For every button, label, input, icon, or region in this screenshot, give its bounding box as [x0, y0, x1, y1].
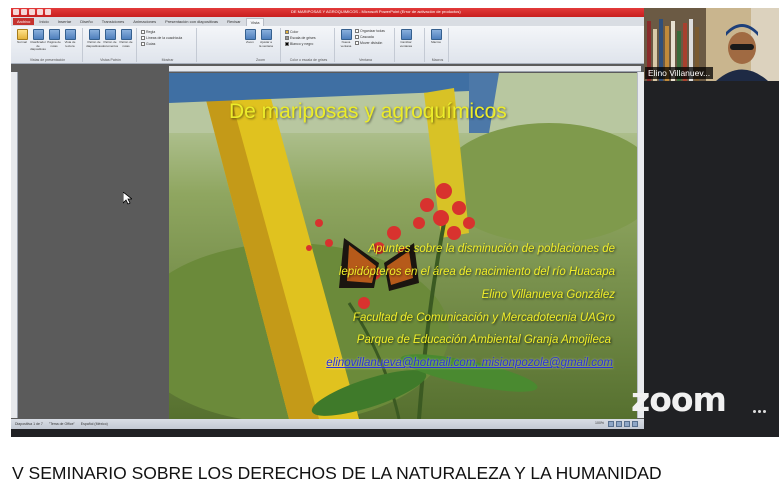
participant-name: Elino Villanuev...	[645, 67, 714, 79]
powerpoint-window: DE MARIPOSAS Y AGROQUIMICOS - Microsoft …	[11, 8, 644, 429]
normal-view-icon[interactable]	[608, 421, 614, 427]
zoom-button[interactable]: Zoom	[243, 29, 257, 48]
status-bar: Diapositiva 1 de 7 "Tema de Office" Espa…	[11, 419, 644, 429]
more-options-icon[interactable]	[753, 410, 767, 414]
checkbox-icon	[141, 42, 145, 46]
tab-inicio[interactable]: Inicio	[35, 18, 52, 25]
normal-view-button[interactable]: Normal	[15, 29, 29, 52]
slide-title: De mariposas y agroquímicos	[229, 100, 507, 123]
video-title: V SEMINARIO SOBRE LOS DERECHOS DE LA NAT…	[12, 463, 662, 483]
fit-window-icon	[260, 29, 272, 40]
tab-animaciones[interactable]: Animaciones	[129, 18, 160, 25]
notes-master-icon	[120, 29, 132, 40]
slide-sorter-icon	[32, 29, 44, 40]
macros-icon	[430, 29, 442, 40]
view-switcher	[608, 421, 638, 427]
tab-archivo[interactable]: Archivo	[13, 18, 35, 25]
tab-transiciones[interactable]: Transiciones	[98, 18, 129, 25]
window-title: DE MARIPOSAS Y AGROQUIMICOS - Microsoft …	[291, 9, 461, 14]
switch-windows-button[interactable]: Cambiar ventanas	[399, 29, 413, 48]
language[interactable]: Español (México)	[81, 422, 108, 426]
checkbox-icon	[141, 30, 145, 34]
fit-to-window-button[interactable]: Ajustar a la ventana	[259, 29, 273, 48]
handout-master-button[interactable]: Patrón de documentos	[102, 29, 118, 48]
group-master-views: Patrón de diapositivas Patrón de documen…	[85, 28, 137, 62]
zoom-percent[interactable]: 100%	[595, 421, 604, 425]
zoom-watermark: zoom	[631, 380, 727, 419]
move-split-button[interactable]: Mover división	[355, 41, 385, 45]
slide-canvas[interactable]: De mariposas y agroquímicos Apuntes sobr…	[169, 73, 637, 419]
cascade-button[interactable]: Cascada	[355, 35, 385, 39]
group-switch-windows: Cambiar ventanas	[397, 28, 425, 62]
normal-view-icon	[16, 29, 28, 40]
slideshow-icon[interactable]	[45, 9, 51, 15]
checkbox-icon	[141, 36, 145, 40]
slide-subtitle-line: Apuntes sobre la disminución de poblacio…	[368, 243, 615, 255]
ribbon-tabs: Archivo Inicio Insertar Diseño Transiciones A…	[11, 17, 644, 26]
group-macros: Macros Macros	[427, 28, 449, 62]
slide-master-button[interactable]: Patrón de diapositivas	[86, 29, 102, 48]
slide-master-icon	[88, 29, 100, 40]
arrange-icon	[355, 29, 359, 33]
slide-counter: Diapositiva 1 de 7	[15, 422, 43, 426]
slide-park: Parque de Educación Ambiental Granja Amo…	[356, 334, 611, 346]
notes-page-icon	[48, 29, 60, 40]
quick-access-toolbar[interactable]	[13, 9, 51, 16]
tab-vista[interactable]: Vista	[245, 17, 265, 26]
redo-icon[interactable]	[37, 9, 43, 15]
grayscale-option[interactable]: Escala de grises	[285, 36, 332, 40]
theme-name: "Tema de Office"	[48, 422, 75, 426]
slideshow-icon[interactable]	[632, 421, 638, 427]
slide-email-link[interactable]: elinovillanueva@hotmail.com, misionpozol…	[326, 357, 613, 369]
video-player[interactable]: DE MARIPOSAS Y AGROQUIMICOS - Microsoft …	[11, 8, 779, 437]
tab-insertar[interactable]: Insertar	[54, 18, 76, 25]
magnifier-icon	[244, 29, 256, 40]
guides-checkbox[interactable]: Guías	[141, 42, 194, 46]
group-window: Nueva ventana Organizar todas Cascada Mo…	[337, 28, 395, 62]
new-window-button[interactable]: Nueva ventana	[339, 29, 353, 48]
group-color-grayscale: Color Escala de grises Blanco y negro Co…	[283, 28, 335, 62]
group-presentation-views: Normal Clasificador de diapositivas Pági…	[13, 28, 83, 62]
powerpoint-icon[interactable]	[13, 9, 19, 15]
group-zoom: Zoom Ajustar a la ventana Zoom	[241, 28, 281, 62]
notes-master-button[interactable]: Patrón de notas	[119, 29, 133, 48]
undo-icon[interactable]	[29, 9, 35, 15]
save-icon[interactable]	[21, 9, 27, 15]
switch-windows-icon	[400, 29, 412, 40]
group-show: Regla Líneas de la cuadrícula Guías Most…	[139, 28, 197, 62]
reading-view-button[interactable]: Vista de lectura	[63, 29, 77, 52]
macros-button[interactable]: Macros	[429, 29, 443, 45]
slide-sorter-icon[interactable]	[616, 421, 622, 427]
ruler-checkbox[interactable]: Regla	[141, 30, 194, 34]
slide-faculty: Facultad de Comunicación y Mercadotecnia…	[352, 312, 615, 324]
tab-revisar[interactable]: Revisar	[223, 18, 245, 25]
horizontal-ruler	[169, 66, 641, 72]
split-icon	[355, 41, 359, 45]
window-title-bar: DE MARIPOSAS Y AGROQUIMICOS - Microsoft …	[11, 8, 644, 17]
color-swatch-icon	[285, 30, 289, 34]
handout-master-icon	[104, 29, 116, 40]
tab-presentaci-n-con-diapositivas[interactable]: Presentación con diapositivas	[161, 18, 222, 25]
black-white-swatch-icon	[285, 42, 289, 46]
grayscale-swatch-icon	[285, 36, 289, 40]
vertical-scrollbar[interactable]	[637, 72, 644, 418]
pointer-icon	[123, 192, 132, 205]
gridlines-checkbox[interactable]: Líneas de la cuadrícula	[141, 36, 194, 40]
notes-page-button[interactable]: Página de notas	[47, 29, 61, 52]
slide-author: Elino Villanueva González	[481, 289, 615, 301]
cascade-icon	[355, 35, 359, 39]
tab-dise-o[interactable]: Diseño	[76, 18, 96, 25]
participant-person	[706, 8, 779, 81]
reading-view-icon[interactable]	[624, 421, 630, 427]
new-window-icon	[340, 29, 352, 40]
participant-video-tile[interactable]: Elino Villanuev...	[644, 8, 779, 81]
arrange-all-button[interactable]: Organizar todas	[355, 29, 385, 33]
slide-subtitle-line: lepidópteros en el área de nacimiento de…	[338, 266, 615, 278]
vertical-ruler	[11, 72, 18, 418]
black-white-option[interactable]: Blanco y negro	[285, 42, 332, 46]
color-option[interactable]: Color	[285, 30, 332, 34]
ribbon: Normal Clasificador de diapositivas Pági…	[11, 26, 644, 64]
reading-view-icon	[64, 29, 76, 40]
slide-sorter-button[interactable]: Clasificador de diapositivas	[30, 29, 46, 52]
